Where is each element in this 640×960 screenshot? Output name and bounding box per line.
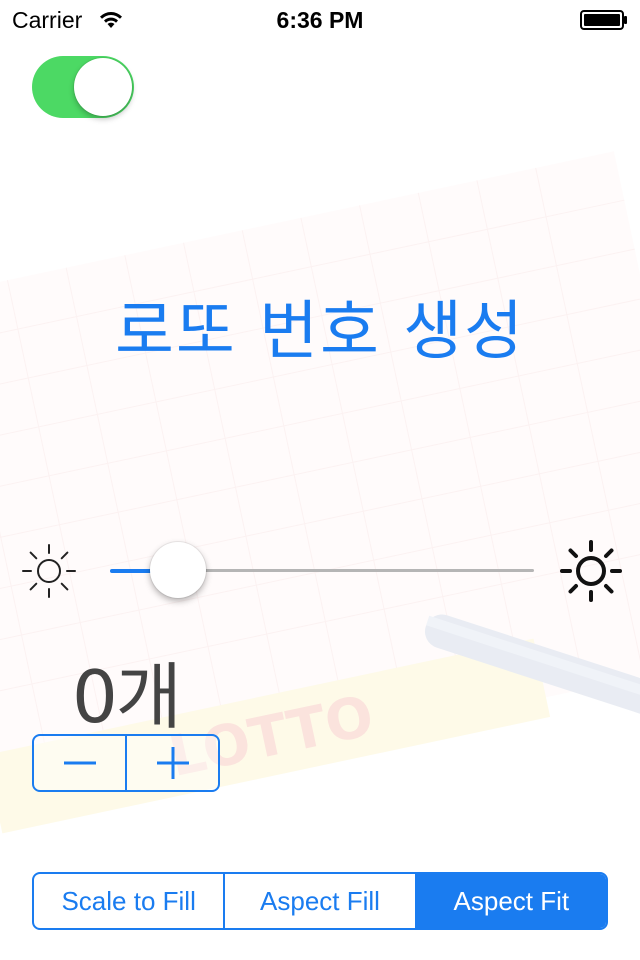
status-time: 6:36 PM bbox=[276, 7, 364, 33]
segment-scale-to-fill[interactable]: Scale to Fill bbox=[34, 874, 223, 928]
decrement-button[interactable] bbox=[34, 736, 125, 790]
slider-track[interactable] bbox=[180, 569, 534, 572]
status-bar: Carrier 6:36 PM bbox=[0, 0, 640, 40]
page-title: 로또 번호 생성 bbox=[115, 295, 525, 369]
background-overlay bbox=[0, 40, 640, 960]
count-label: 0개 bbox=[72, 655, 182, 739]
slider-thumb[interactable] bbox=[150, 542, 206, 598]
plus-icon bbox=[156, 747, 189, 779]
segment-aspect-fit[interactable]: Aspect Fit bbox=[414, 874, 606, 928]
segment-aspect-fill[interactable]: Aspect Fill bbox=[223, 874, 414, 928]
toggle-switch[interactable] bbox=[32, 56, 134, 118]
sun-large-icon bbox=[560, 540, 622, 602]
quantity-stepper[interactable] bbox=[32, 734, 220, 792]
sun-small-icon bbox=[22, 544, 76, 598]
battery-icon bbox=[580, 10, 627, 30]
minus-icon bbox=[63, 761, 96, 765]
increment-button[interactable] bbox=[125, 736, 218, 790]
toggle-knob[interactable] bbox=[74, 58, 132, 116]
content-mode-segmented-control[interactable]: Scale to Fill Aspect Fill Aspect Fit bbox=[32, 872, 608, 930]
